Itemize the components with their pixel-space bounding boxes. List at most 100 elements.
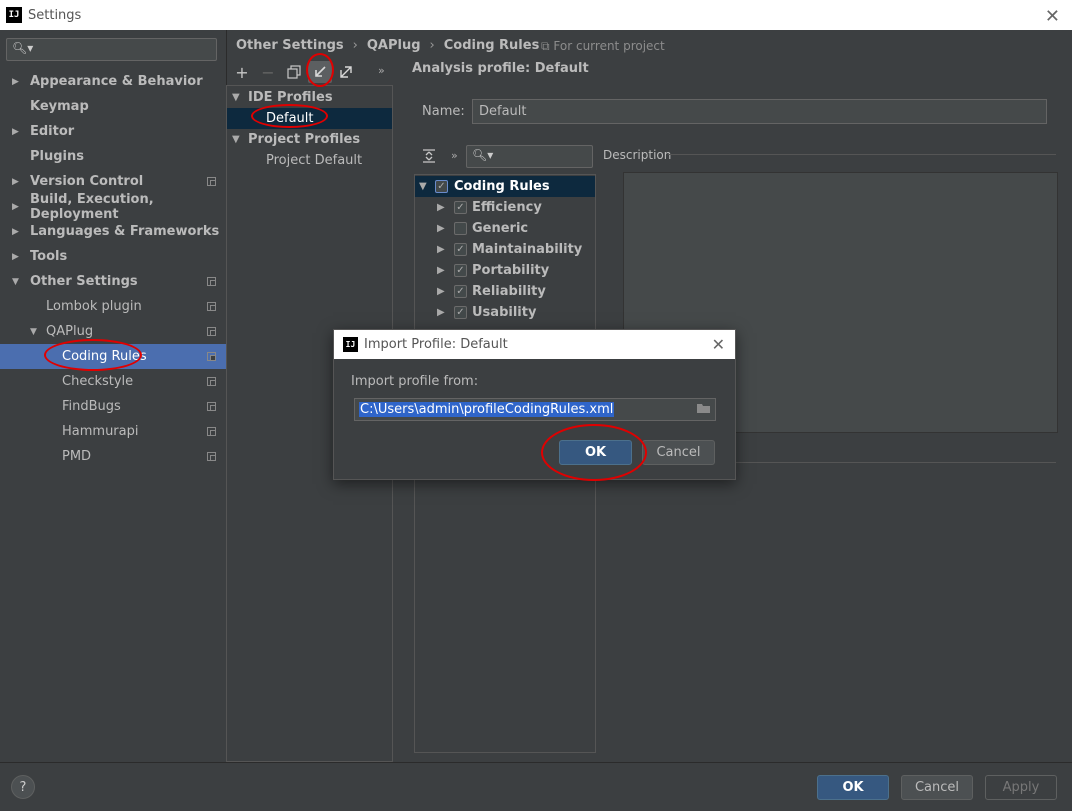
checkbox-icon[interactable]: [454, 222, 467, 235]
expanded-arrow-icon[interactable]: ▼: [12, 277, 19, 287]
checkbox-icon[interactable]: ✓: [454, 201, 467, 214]
cancel-button[interactable]: Cancel: [901, 775, 973, 800]
dialog-cancel-button[interactable]: Cancel: [642, 440, 715, 465]
sidebar-item-keymap[interactable]: Keymap: [0, 94, 226, 119]
rules-search-input[interactable]: 🔍︎▾: [466, 145, 593, 168]
collapsed-arrow-icon[interactable]: ▶: [12, 177, 19, 187]
dialog-titlebar: IJ Import Profile: Default ✕: [334, 330, 735, 359]
help-button[interactable]: ?: [11, 775, 35, 799]
expand-all-icon[interactable]: [422, 149, 436, 163]
rule-item-maintainability[interactable]: ▶ ✓ Maintainability: [415, 239, 595, 260]
breadcrumb-separator-icon: ›: [429, 38, 435, 53]
sidebar-item-lombok-plugin[interactable]: Lombok plugin: [0, 294, 226, 319]
checkbox-icon[interactable]: ✓: [435, 180, 448, 193]
sidebar-item-label: PMD: [62, 449, 92, 464]
settings-sidebar: 🔍︎▾ ▶ Appearance & Behavior Keymap ▶ Editor P…: [0, 30, 226, 762]
sidebar-item-languages-frameworks[interactable]: ▶ Languages & Frameworks: [0, 219, 226, 244]
sidebar-item-plugins[interactable]: Plugins: [0, 144, 226, 169]
sidebar-item-build-execution-deployment[interactable]: ▶ Build, Execution, Deployment: [0, 192, 226, 222]
copy-profile-button[interactable]: [282, 61, 306, 83]
breadcrumb-qaplug[interactable]: QAPlug: [367, 38, 421, 53]
apply-button[interactable]: Apply: [985, 775, 1057, 800]
breadcrumb: Other Settings › QAPlug › Coding Rules: [236, 38, 539, 53]
sidebar-item-label: Lombok plugin: [46, 299, 142, 314]
sidebar-item-other-settings[interactable]: ▼ Other Settings: [0, 269, 226, 294]
collapsed-arrow-icon[interactable]: ▶: [437, 307, 445, 318]
expanded-arrow-icon[interactable]: ▼: [30, 327, 37, 337]
project-scope-icon: [207, 352, 216, 361]
project-scope-text: For current project: [553, 39, 665, 53]
sidebar-item-appearance-behavior[interactable]: ▶ Appearance & Behavior: [0, 69, 226, 94]
collapsed-arrow-icon[interactable]: ▶: [12, 202, 19, 212]
sidebar-item-pmd[interactable]: PMD: [0, 444, 226, 469]
export-profile-button[interactable]: [334, 61, 358, 83]
window-close-icon[interactable]: ✕: [1045, 6, 1060, 27]
collapsed-arrow-icon[interactable]: ▶: [437, 265, 445, 276]
rule-item-label: Portability: [472, 263, 550, 278]
import-from-label: Import profile from:: [351, 374, 479, 389]
project-scope-icon: [207, 452, 216, 461]
window-title: Settings: [28, 7, 82, 23]
ok-button[interactable]: OK: [817, 775, 889, 800]
rule-item-portability[interactable]: ▶ ✓ Portability: [415, 260, 595, 281]
search-icon: 🔍︎▾: [472, 148, 494, 162]
rule-item-label: Reliability: [472, 284, 546, 299]
project-scope-icon: ⧉: [541, 39, 550, 53]
import-path-input[interactable]: C:\Users\admin\profileCodingRules.xml: [354, 398, 716, 421]
rule-item-usability[interactable]: ▶ ✓ Usability: [415, 302, 595, 323]
collapsed-arrow-icon[interactable]: ▶: [437, 286, 445, 297]
import-icon: [315, 66, 326, 77]
sidebar-item-label: Appearance & Behavior: [30, 74, 203, 89]
profile-item-default[interactable]: Default: [227, 108, 392, 129]
collapsed-arrow-icon[interactable]: ▶: [12, 127, 19, 137]
project-scope-icon: [207, 402, 216, 411]
dialog-ok-button[interactable]: OK: [559, 440, 632, 465]
intellij-app-icon: IJ: [343, 337, 358, 352]
sidebar-item-coding-rules[interactable]: Coding Rules: [0, 344, 226, 369]
collapsed-arrow-icon[interactable]: ▶: [437, 223, 445, 234]
profiles-toolbar: + −: [230, 60, 360, 84]
checkbox-icon[interactable]: ✓: [454, 264, 467, 277]
sidebar-item-version-control[interactable]: ▶ Version Control: [0, 169, 226, 194]
sidebar-item-label: Keymap: [30, 99, 89, 114]
expanded-arrow-icon: ▼: [419, 181, 427, 192]
sidebar-item-editor[interactable]: ▶ Editor: [0, 119, 226, 144]
collapsed-arrow-icon[interactable]: ▶: [437, 244, 445, 255]
profile-item-project-default[interactable]: Project Default: [227, 150, 392, 171]
browse-folder-icon[interactable]: [696, 402, 711, 414]
add-profile-button[interactable]: +: [230, 61, 254, 83]
rule-item-label: Efficiency: [472, 200, 542, 215]
checkbox-icon[interactable]: ✓: [454, 306, 467, 319]
rule-item-reliability[interactable]: ▶ ✓ Reliability: [415, 281, 595, 302]
collapsed-arrow-icon[interactable]: ▶: [12, 227, 19, 237]
tree-more-icon[interactable]: »: [451, 149, 458, 162]
ide-profiles-group[interactable]: ▼ IDE Profiles: [227, 87, 392, 108]
rule-item-efficiency[interactable]: ▶ ✓ Efficiency: [415, 197, 595, 218]
sidebar-item-label: Plugins: [30, 149, 84, 164]
sidebar-item-checkstyle[interactable]: Checkstyle: [0, 369, 226, 394]
checkbox-icon[interactable]: ✓: [454, 285, 467, 298]
import-profile-dialog: IJ Import Profile: Default ✕ Import prof…: [333, 329, 736, 480]
checkbox-icon[interactable]: ✓: [454, 243, 467, 256]
collapsed-arrow-icon[interactable]: ▶: [12, 77, 19, 87]
sidebar-item-label: Checkstyle: [62, 374, 134, 389]
toolbar-more-icon[interactable]: »: [378, 64, 385, 77]
sidebar-item-hammurapi[interactable]: Hammurapi: [0, 419, 226, 444]
import-profile-button[interactable]: [308, 61, 332, 83]
rule-item-generic[interactable]: ▶ Generic: [415, 218, 595, 239]
sidebar-item-qaplug[interactable]: ▼ QAPlug: [0, 319, 226, 344]
remove-profile-button[interactable]: −: [256, 61, 280, 83]
dialog-close-icon[interactable]: ✕: [712, 335, 725, 354]
profile-name-input[interactable]: Default: [472, 99, 1047, 124]
collapsed-arrow-icon[interactable]: ▶: [12, 252, 19, 262]
project-profiles-group[interactable]: ▼ Project Profiles: [227, 129, 392, 150]
sidebar-item-label: Version Control: [30, 174, 144, 189]
intellij-app-icon: IJ: [6, 7, 22, 23]
sidebar-item-tools[interactable]: ▶ Tools: [0, 244, 226, 269]
collapsed-arrow-icon[interactable]: ▶: [437, 202, 445, 213]
sidebar-item-findbugs[interactable]: FindBugs: [0, 394, 226, 419]
rule-item-coding-rules[interactable]: ▼ ✓ Coding Rules: [415, 176, 595, 197]
breadcrumb-other-settings[interactable]: Other Settings: [236, 38, 344, 53]
settings-search-input[interactable]: 🔍︎▾: [6, 38, 217, 61]
project-scope-icon: [207, 177, 216, 186]
